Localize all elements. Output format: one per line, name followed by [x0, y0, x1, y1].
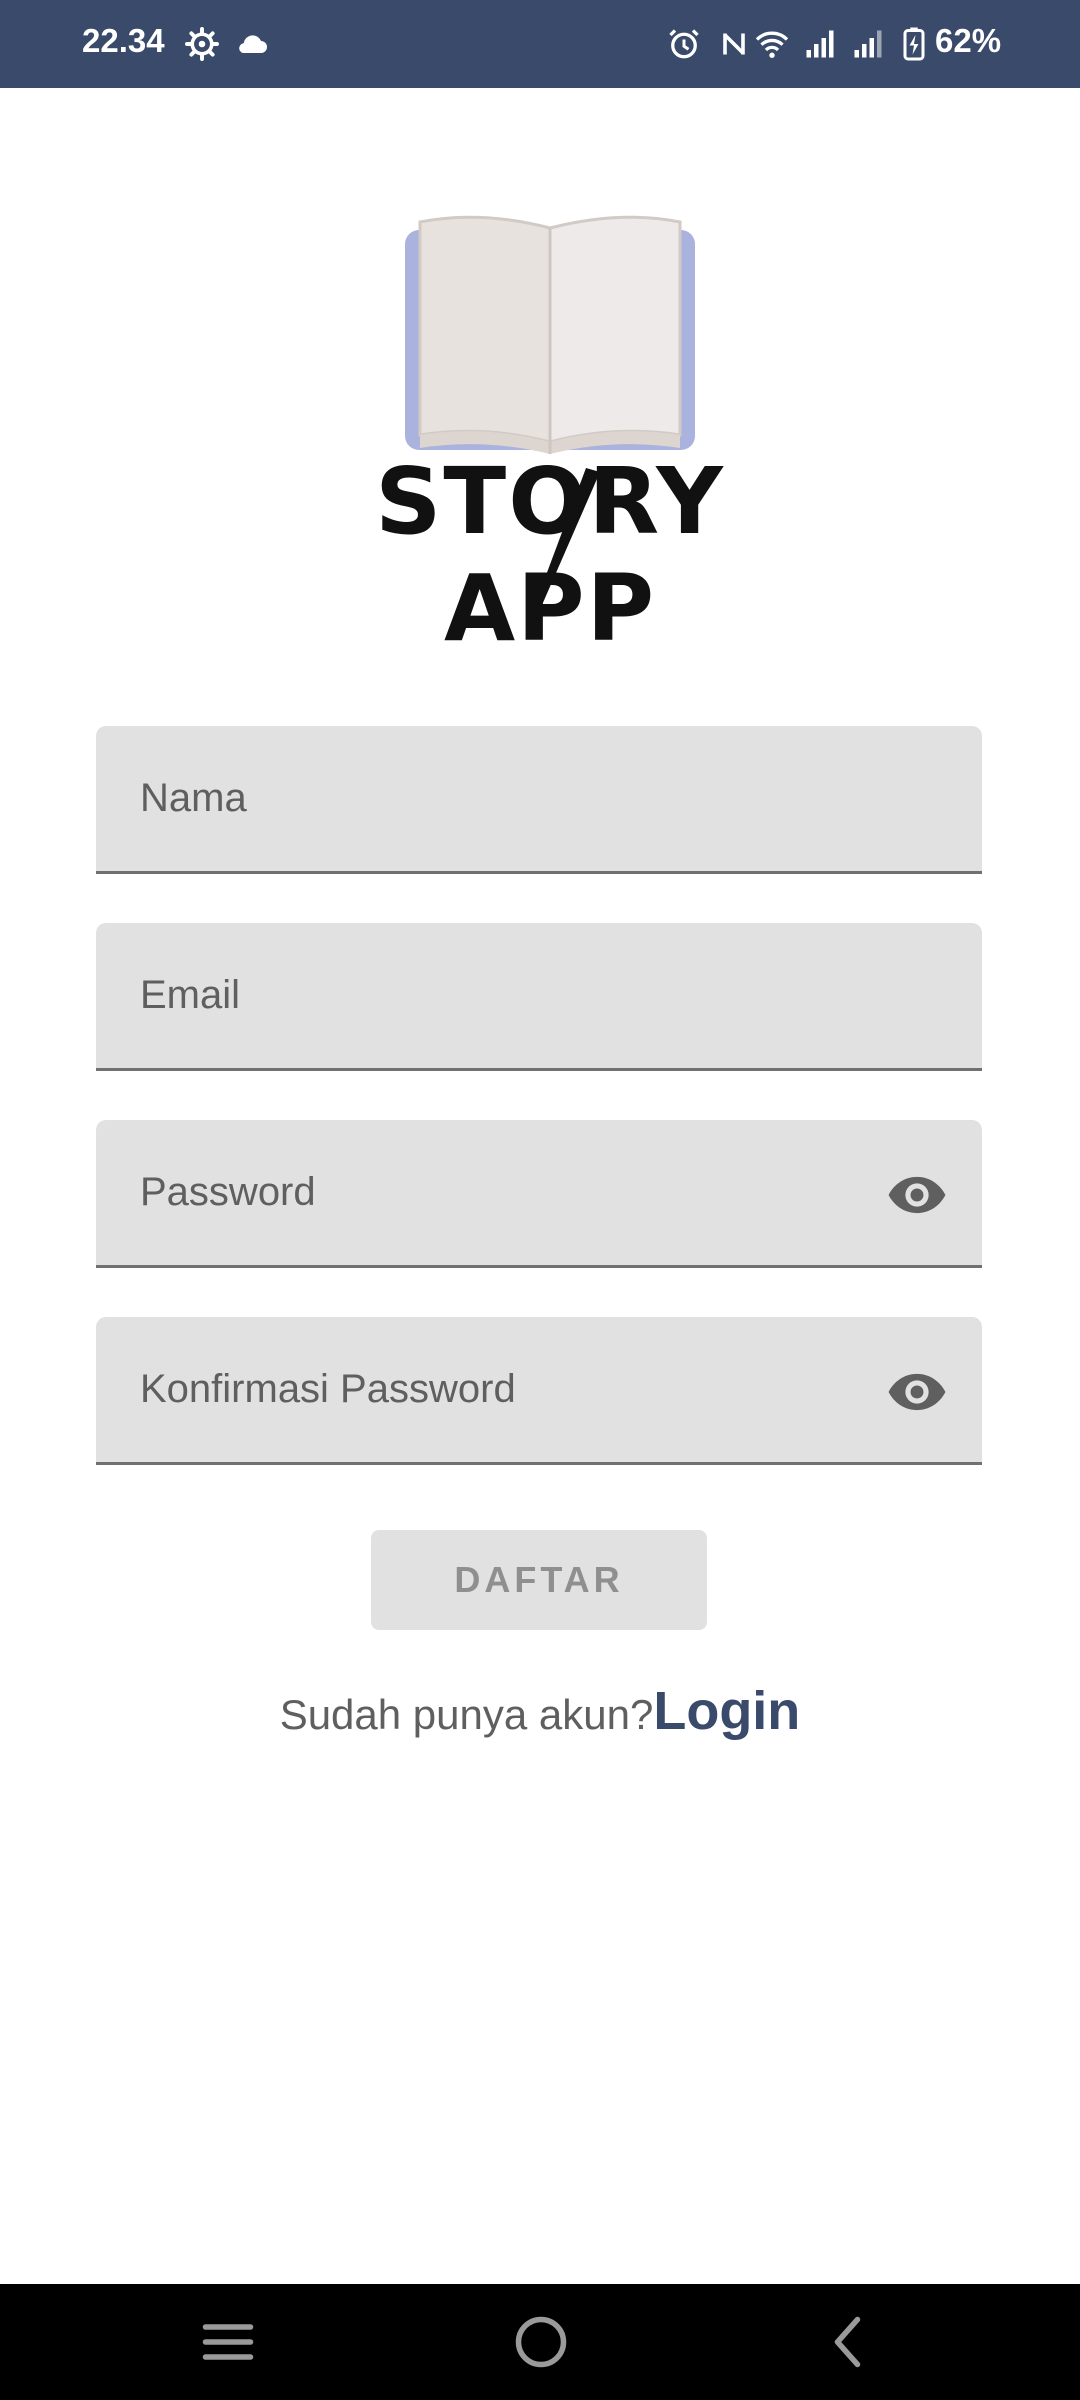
login-prompt-row: Sudah punya akun?Login	[0, 1680, 1080, 1742]
settings-gear-icon	[185, 27, 219, 61]
nfc-icon	[723, 33, 745, 55]
email-input[interactable]	[140, 923, 900, 1068]
battery-charging-icon	[903, 27, 925, 61]
recents-icon[interactable]	[198, 2312, 258, 2372]
status-time: 22.34	[82, 22, 165, 59]
confirm-password-field[interactable]	[96, 1317, 982, 1465]
password-input[interactable]	[140, 1120, 900, 1265]
signal-icon	[854, 30, 882, 58]
email-field[interactable]	[96, 923, 982, 1071]
logo-text: STORY APP	[375, 448, 725, 662]
login-prompt-text: Sudah punya akun?	[279, 1691, 654, 1738]
cloud-icon	[239, 35, 267, 53]
back-icon[interactable]	[820, 2312, 880, 2372]
signal-icon	[806, 30, 834, 58]
login-link[interactable]: Login	[653, 1681, 800, 1741]
password-field[interactable]	[96, 1120, 982, 1268]
battery-percent: 62%	[935, 22, 1002, 59]
confirm-password-input[interactable]	[140, 1317, 900, 1462]
navigation-bar	[0, 2284, 1080, 2400]
eye-icon[interactable]	[886, 1164, 948, 1226]
eye-icon[interactable]	[886, 1361, 948, 1423]
wifi-icon	[755, 31, 789, 58]
status-bar: 22.34 62%	[0, 0, 1080, 88]
name-input[interactable]	[140, 726, 900, 871]
alarm-icon	[669, 29, 699, 59]
app-logo: STORY APP	[290, 210, 810, 662]
home-icon[interactable]	[511, 2312, 571, 2372]
daftar-button[interactable]: DAFTAR	[371, 1530, 707, 1630]
name-field[interactable]	[96, 726, 982, 874]
